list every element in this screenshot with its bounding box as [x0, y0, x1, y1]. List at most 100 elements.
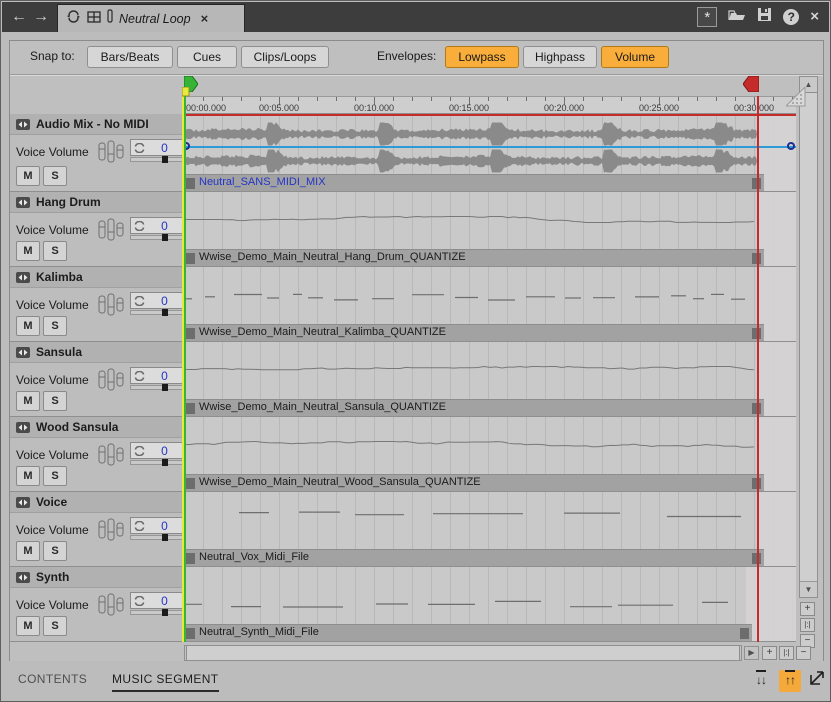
voice-volume-value[interactable]: 0 — [149, 219, 180, 233]
faders-icon[interactable] — [98, 517, 126, 543]
faders-icon[interactable] — [98, 139, 126, 165]
save-icon[interactable] — [757, 7, 772, 27]
voice-volume-value[interactable]: 0 — [149, 141, 180, 155]
solo-button[interactable]: S — [43, 166, 67, 186]
solo-button[interactable]: S — [43, 541, 67, 561]
mute-button[interactable]: M — [16, 241, 40, 261]
track-title-strip[interactable]: Sansula — [10, 342, 183, 363]
snap-clips-loops-button[interactable]: Clips/Loops — [241, 46, 329, 68]
collapse-tracks-icon[interactable]: ↓↓ — [750, 670, 772, 692]
voice-volume-slider[interactable] — [130, 385, 184, 390]
ruler-resize-grip[interactable] — [786, 87, 806, 107]
voice-volume-slider-thumb[interactable] — [162, 384, 168, 391]
track-title-strip[interactable]: Kalimba — [10, 267, 183, 288]
track-lane[interactable]: Wwise_Demo_Main_Neutral_Sansula_QUANTIZE — [184, 342, 796, 416]
track-lane[interactable]: Neutral_Vox_Midi_File — [184, 492, 796, 566]
scroll-down-icon[interactable]: ▼ — [800, 581, 817, 597]
mute-button[interactable]: M — [16, 166, 40, 186]
track-lane[interactable]: Wwise_Demo_Main_Neutral_Kalimba_QUANTIZE — [184, 267, 796, 341]
exit-cue-flag[interactable] — [743, 76, 759, 92]
pin-view-button[interactable]: * — [697, 7, 717, 27]
track-title-strip[interactable]: Hang Drum — [10, 192, 183, 213]
track-lane[interactable]: Wwise_Demo_Main_Neutral_Hang_Drum_QUANTI… — [184, 192, 796, 266]
faders-icon[interactable] — [98, 442, 126, 468]
mute-button[interactable]: M — [16, 391, 40, 411]
clip-bar[interactable]: Wwise_Demo_Main_Neutral_Wood_Sansula_QUA… — [184, 474, 764, 491]
voice-volume-spinner[interactable]: 0 — [130, 442, 184, 459]
volume-envelope-end-handle[interactable] — [787, 142, 795, 150]
clip-bar[interactable]: Wwise_Demo_Main_Neutral_Hang_Drum_QUANTI… — [184, 249, 764, 266]
clip-left-handle[interactable] — [186, 178, 195, 189]
horizontal-scrollbar[interactable] — [184, 645, 742, 661]
forward-arrow-icon[interactable]: → — [30, 6, 52, 28]
voice-volume-value[interactable]: 0 — [149, 594, 180, 608]
mute-button[interactable]: M — [16, 466, 40, 486]
snap-bars-beats-button[interactable]: Bars/Beats — [87, 46, 173, 68]
help-icon[interactable]: ? — [783, 9, 799, 25]
track-title-strip[interactable]: Audio Mix - No MIDI — [10, 114, 183, 135]
clip-bar[interactable]: Neutral_SANS_MIDI_MIX — [184, 174, 764, 191]
voice-volume-slider[interactable] — [130, 310, 184, 315]
timeline-ruler[interactable]: 00:00.00000:05.00000:10.00000:15.00000:2… — [184, 96, 796, 114]
vertical-scrollbar[interactable]: ▲ ▼ — [799, 76, 818, 598]
faders-icon[interactable] — [98, 592, 126, 618]
clip-bar[interactable]: Wwise_Demo_Main_Neutral_Sansula_QUANTIZE — [184, 399, 764, 416]
entry-cue-sub-marker[interactable] — [182, 87, 190, 97]
voice-volume-spinner[interactable]: 0 — [130, 217, 184, 234]
clip-bar[interactable]: Neutral_Synth_Midi_File — [184, 624, 752, 641]
solo-button[interactable]: S — [43, 241, 67, 261]
expand-tracks-icon[interactable]: ↑↑ — [779, 670, 801, 692]
volume-envelope-line[interactable] — [184, 146, 796, 148]
exit-cue-line-red[interactable] — [757, 96, 759, 642]
clip-right-handle[interactable] — [740, 628, 749, 639]
tab-music-segment[interactable]: MUSIC SEGMENT — [112, 672, 219, 692]
voice-volume-spinner[interactable]: 0 — [130, 517, 184, 534]
voice-volume-slider-thumb[interactable] — [162, 609, 168, 616]
voice-volume-value[interactable]: 0 — [149, 519, 180, 533]
faders-icon[interactable] — [98, 367, 126, 393]
vertical-zoom-fit-button[interactable]: |:| — [800, 618, 815, 632]
voice-volume-slider-thumb[interactable] — [162, 309, 168, 316]
voice-volume-slider[interactable] — [130, 535, 184, 540]
clip-left-handle[interactable] — [186, 253, 195, 264]
horizontal-zoom-fit-button[interactable]: |:| — [779, 646, 794, 660]
tab-close-icon[interactable]: × — [201, 11, 209, 26]
track-title-strip[interactable]: Synth — [10, 567, 183, 588]
vertical-scrollbar-thumb[interactable] — [800, 92, 817, 582]
solo-button[interactable]: S — [43, 316, 67, 336]
clip-left-handle[interactable] — [186, 553, 195, 564]
clip-left-handle[interactable] — [186, 478, 195, 489]
clip-bar[interactable]: Wwise_Demo_Main_Neutral_Kalimba_QUANTIZE — [184, 324, 764, 341]
faders-icon[interactable] — [98, 292, 126, 318]
voice-volume-value[interactable]: 0 — [149, 294, 180, 308]
clip-left-handle[interactable] — [186, 403, 195, 414]
voice-volume-value[interactable]: 0 — [149, 369, 180, 383]
horizontal-zoom-out-button[interactable]: − — [796, 646, 811, 660]
window-close-icon[interactable]: × — [810, 7, 819, 27]
envelope-highpass-button[interactable]: Highpass — [523, 46, 597, 68]
clip-bar[interactable]: Neutral_Vox_Midi_File — [184, 549, 764, 566]
voice-volume-slider-thumb[interactable] — [162, 534, 168, 541]
voice-volume-spinner[interactable]: 0 — [130, 292, 184, 309]
voice-volume-spinner[interactable]: 0 — [130, 139, 184, 156]
track-title-strip[interactable]: Wood Sansula — [10, 417, 183, 438]
clip-left-handle[interactable] — [186, 628, 195, 639]
mute-button[interactable]: M — [16, 541, 40, 561]
entry-cue-line-green[interactable] — [184, 96, 186, 642]
voice-volume-spinner[interactable]: 0 — [130, 592, 184, 609]
track-lane[interactable]: Wwise_Demo_Main_Neutral_Wood_Sansula_QUA… — [184, 417, 796, 491]
faders-icon[interactable] — [98, 217, 126, 243]
voice-volume-slider[interactable] — [130, 460, 184, 465]
voice-volume-value[interactable]: 0 — [149, 444, 180, 458]
mute-button[interactable]: M — [16, 616, 40, 636]
solo-button[interactable]: S — [43, 616, 67, 636]
horizontal-scrollbar-thumb[interactable] — [186, 646, 740, 660]
open-folder-icon[interactable] — [728, 8, 746, 27]
voice-volume-slider-thumb[interactable] — [162, 156, 168, 163]
snap-cues-button[interactable]: Cues — [177, 46, 237, 68]
vertical-zoom-in-button[interactable]: + — [800, 602, 815, 616]
envelope-lowpass-button[interactable]: Lowpass — [445, 46, 519, 68]
voice-volume-slider[interactable] — [130, 235, 184, 240]
solo-button[interactable]: S — [43, 391, 67, 411]
envelope-volume-button[interactable]: Volume — [601, 46, 669, 68]
